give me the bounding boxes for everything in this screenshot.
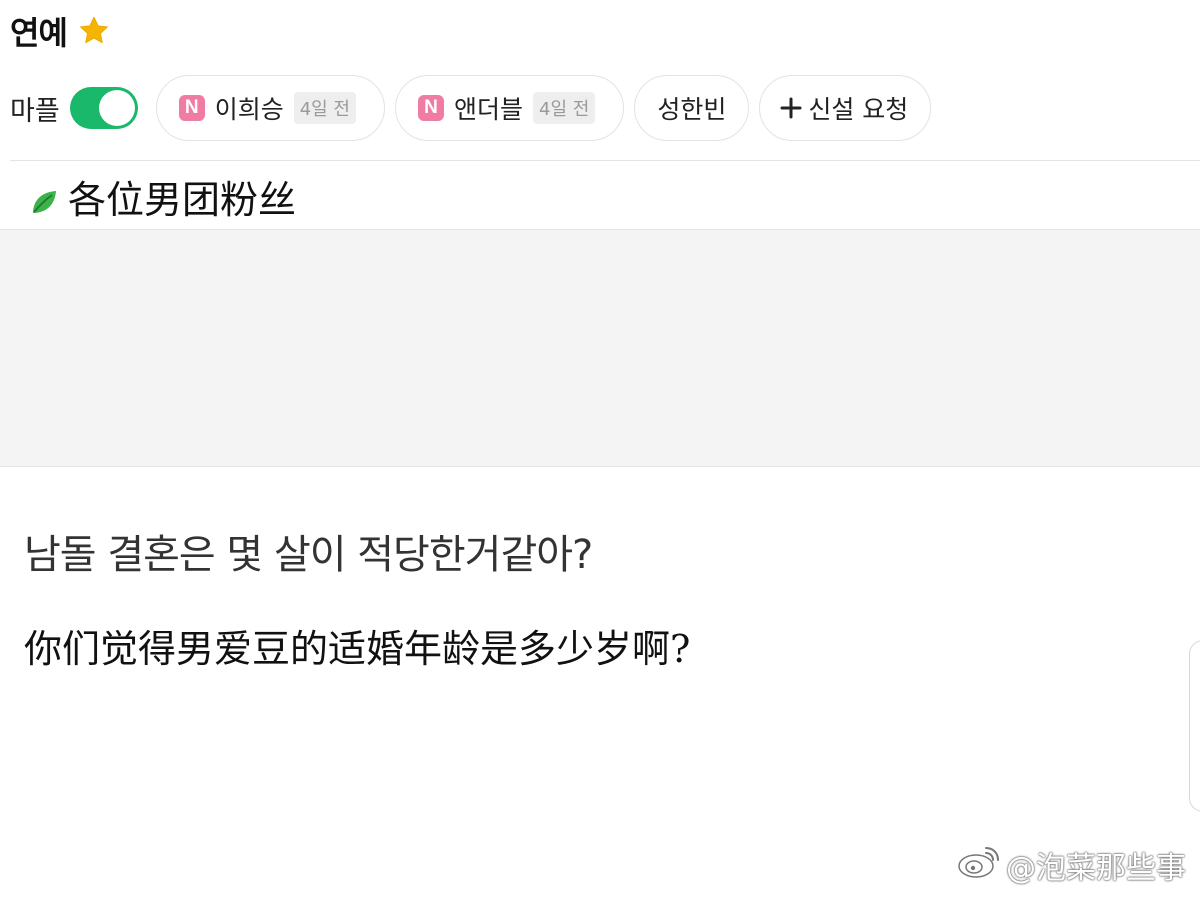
side-scroll-handle[interactable] (1189, 640, 1200, 812)
watermark: @泡菜那些事 (956, 842, 1186, 888)
divider (10, 160, 1200, 161)
chip-label: 이희승 (214, 95, 284, 124)
star-icon[interactable] (75, 12, 113, 50)
category-title: 연예 (10, 14, 68, 52)
chip-time: 4일 전 (533, 92, 596, 124)
new-board-request-button[interactable]: 신설 요청 (759, 75, 932, 141)
chip-time: 4일 전 (293, 92, 356, 124)
mafe-toggle-group: 마플 (10, 87, 138, 129)
chip-label: 성한빈 (657, 95, 727, 124)
chip-label: 앤더블 (454, 95, 524, 124)
new-badge: N (178, 95, 205, 121)
leaf-icon (30, 188, 58, 216)
chip-label: 신설 요청 (808, 95, 909, 124)
mafe-toggle[interactable] (69, 87, 138, 129)
post-translation: 你们觉得男爱豆的适婚年龄是多少岁啊? (24, 627, 691, 671)
toggle-knob (98, 90, 135, 126)
chip-lee-heeseung[interactable]: N 이희승 4일 전 (155, 75, 385, 141)
watermark-text: @泡菜那些事 (1006, 851, 1186, 886)
translation-subtitle: 各位男团粉丝 (30, 168, 296, 224)
mafe-label: 마플 (10, 95, 60, 127)
chip-sung-hanbin[interactable]: 성한빈 (634, 75, 750, 141)
plus-icon (780, 92, 802, 124)
chip-andeobeul[interactable]: N 앤더블 4일 전 (395, 75, 625, 141)
banner-placeholder (0, 229, 1200, 467)
weibo-logo-icon (956, 842, 1002, 888)
filter-chip-row: 마플 N 이희승 4일 전 N 앤더블 4일 전 성한빈 신설 요청 (10, 74, 932, 142)
page-header: 연예 (10, 8, 113, 54)
post-title[interactable]: 남돌 결혼은 몇 살이 적당한거같아? (24, 522, 593, 580)
subtitle-text: 各位男团粉丝 (68, 177, 297, 222)
new-badge: N (418, 95, 444, 121)
